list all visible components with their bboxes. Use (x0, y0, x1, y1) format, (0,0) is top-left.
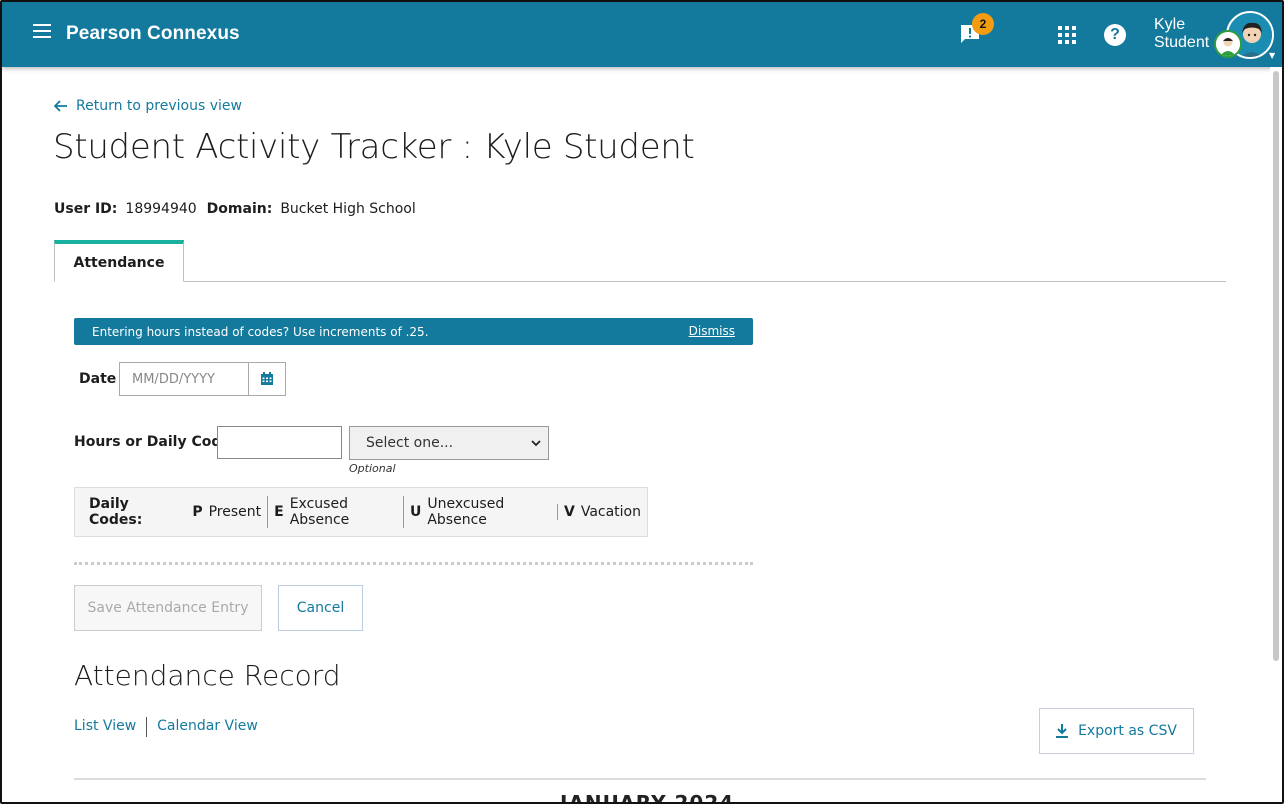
export-csv-label: Export as CSV (1078, 723, 1177, 739)
daily-code-item: U Unexcused Absence (402, 496, 557, 528)
user-id-label: User ID: (54, 201, 118, 217)
download-icon (1056, 724, 1069, 738)
app-window: Pearson Connexus 2 ? Kyle Student ▼ Retu… (0, 0, 1284, 804)
notifications-button[interactable]: 2 (958, 13, 994, 48)
daily-code-label: Vacation (580, 504, 641, 520)
question-icon[interactable]: ? (1104, 24, 1126, 46)
daily-code-letter: P (192, 504, 203, 520)
daily-code-letter: E (274, 504, 284, 520)
user-id-value: 18994940 (125, 201, 197, 217)
date-input[interactable] (119, 362, 249, 396)
daily-code-letter: V (563, 504, 575, 520)
daily-code-select[interactable]: Select one... (349, 426, 549, 460)
export-csv-button[interactable]: Export as CSV (1039, 708, 1194, 754)
arrow-left-icon (54, 100, 67, 112)
chevron-down-icon (531, 440, 541, 447)
chevron-down-icon[interactable]: ▼ (1269, 51, 1275, 60)
daily-codes-label: Daily Codes: (89, 496, 143, 528)
back-link-label: Return to previous view (76, 98, 242, 114)
list-view-link[interactable]: List View (74, 718, 136, 738)
calendar-button[interactable] (248, 362, 286, 396)
top-bar: Pearson Connexus 2 ? Kyle Student ▼ (2, 2, 1282, 67)
calendar-icon (261, 372, 273, 385)
save-attendance-button[interactable]: Save Attendance Entry (74, 585, 262, 631)
daily-code-letter: U (409, 504, 422, 520)
daily-code-select-value: Select one... (366, 435, 454, 451)
tab-bar: Attendance (54, 240, 1226, 282)
chevron-right-icon[interactable]: › (1115, 795, 1121, 802)
daily-codes-legend: Daily Codes: P Present E Excused Absence… (74, 487, 648, 537)
back-link[interactable]: Return to previous view (54, 98, 242, 114)
daily-code-item: V Vacation (556, 504, 647, 520)
hamburger-icon[interactable] (33, 24, 51, 42)
user-first-name: Kyle (1154, 16, 1186, 33)
calendar-divider (74, 778, 1206, 780)
student-avatar-icon (1214, 30, 1242, 58)
cancel-button[interactable]: Cancel (278, 585, 363, 631)
calendar-month-title: JANUARY 2024 (560, 791, 735, 804)
daily-code-item: P Present (186, 504, 267, 520)
scrollbar-thumb[interactable] (1273, 71, 1279, 661)
scrollbar[interactable] (1270, 67, 1282, 802)
page-title: Student Activity Tracker : Kyle Student (53, 127, 695, 167)
daily-code-label: Unexcused Absence (427, 496, 505, 528)
hours-label: Hours or Daily Code (74, 434, 231, 450)
domain-label: Domain: (206, 201, 273, 217)
hours-input[interactable] (217, 426, 342, 459)
view-switcher: List View Calendar View (74, 717, 258, 738)
app-title[interactable]: Pearson Connexus (66, 23, 240, 45)
optional-hint: Optional (349, 462, 396, 475)
daily-code-item: E Excused Absence (267, 496, 403, 528)
date-label: Date (79, 371, 117, 387)
tab-attendance[interactable]: Attendance (54, 240, 184, 282)
daily-code-label: Present (208, 504, 262, 520)
grid-icon[interactable] (1058, 26, 1076, 44)
dismiss-link[interactable]: Dismiss (689, 324, 735, 338)
info-banner: Entering hours instead of codes? Use inc… (74, 318, 753, 345)
daily-code-label: Excused Absence (289, 496, 350, 528)
domain-value: Bucket High School (280, 201, 416, 217)
attendance-record-title: Attendance Record (74, 659, 341, 692)
calendar-view-link[interactable]: Calendar View (157, 718, 258, 738)
info-banner-text: Entering hours instead of codes? Use inc… (92, 324, 429, 339)
notification-badge: 2 (972, 13, 994, 35)
view-separator (146, 717, 148, 737)
divider (74, 562, 753, 565)
user-meta: User ID: 18994940 Domain: Bucket High Sc… (54, 201, 416, 217)
chevron-left-icon[interactable]: ‹ (152, 795, 158, 802)
